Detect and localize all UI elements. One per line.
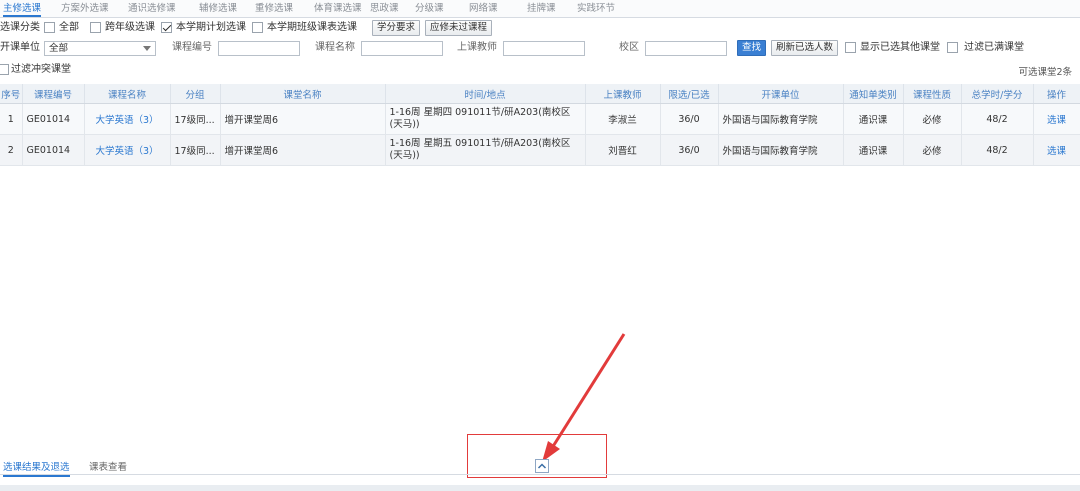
bottom-strip <box>0 485 1080 491</box>
expand-panel-button[interactable] <box>535 459 549 473</box>
annotation-arrow <box>542 333 626 462</box>
tab-timetable[interactable]: 课表查看 <box>89 461 127 475</box>
bottom-divider <box>0 474 1080 475</box>
chevron-up-icon <box>537 463 547 469</box>
